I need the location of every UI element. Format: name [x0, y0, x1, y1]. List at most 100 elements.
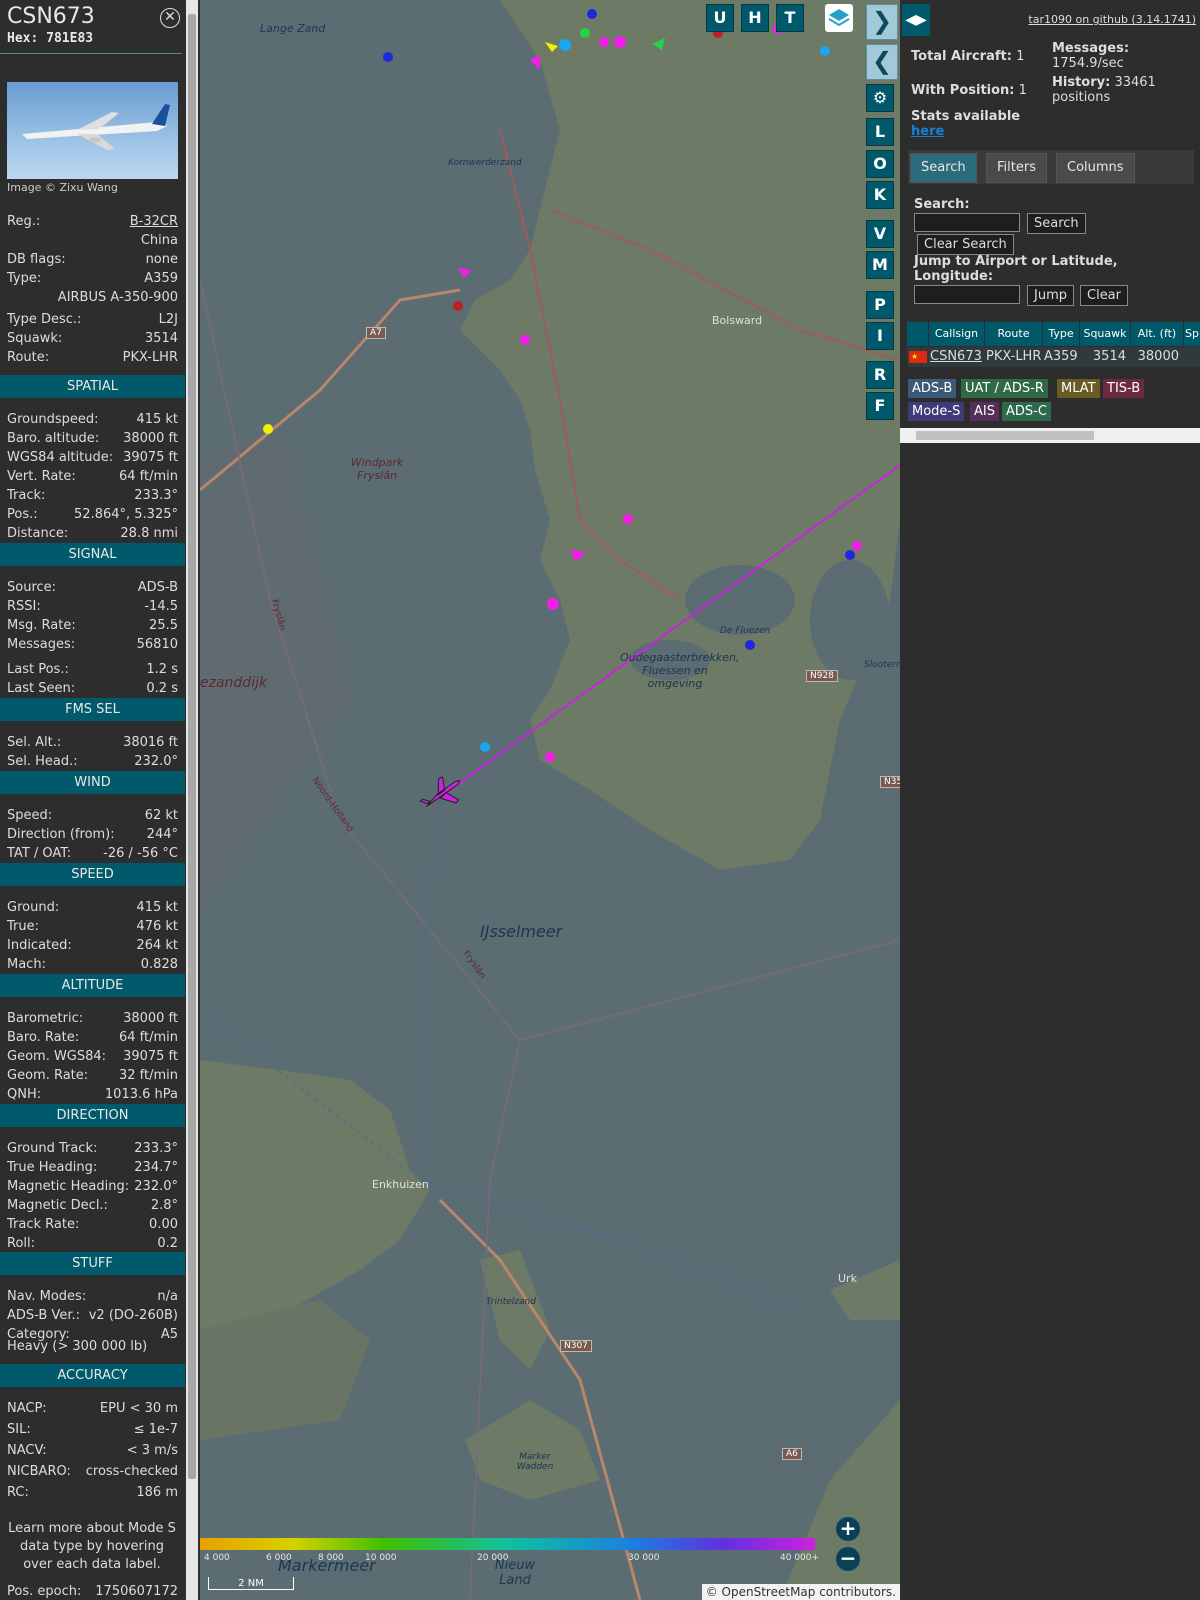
section-header-direction[interactable]: DIRECTION: [0, 1104, 185, 1127]
info-label[interactable]: Source:: [7, 580, 56, 595]
info-label[interactable]: Geom. WGS84:: [7, 1049, 106, 1064]
toggle-m-button[interactable]: M: [866, 251, 894, 279]
aircraft-marker[interactable]: [820, 46, 830, 56]
aircraft-marker[interactable]: [453, 301, 463, 311]
info-label[interactable]: Last Pos.:: [7, 662, 69, 677]
info-label[interactable]: Mach:: [7, 957, 46, 972]
clear-search-button[interactable]: Clear Search: [917, 234, 1014, 255]
info-label[interactable]: Speed:: [7, 808, 52, 823]
tag-adsb[interactable]: ADS-B: [908, 379, 957, 398]
tag-tisb[interactable]: TIS-B: [1103, 379, 1145, 398]
aircraft-marker[interactable]: [614, 36, 626, 48]
info-label[interactable]: True:: [7, 919, 39, 934]
section-header-fms[interactable]: FMS SEL: [0, 698, 185, 721]
scrollbar-thumb[interactable]: [916, 431, 1094, 440]
column-header-type[interactable]: Type: [1043, 322, 1080, 346]
aircraft-marker[interactable]: [745, 640, 755, 650]
registration-link[interactable]: B-32CR: [130, 214, 178, 229]
aircraft-marker[interactable]: [852, 541, 862, 551]
zoom-out-button[interactable]: −: [836, 1547, 860, 1571]
column-header-flag[interactable]: [907, 322, 929, 346]
expand-sidebar-button[interactable]: ❯: [866, 4, 898, 40]
tab-search[interactable]: Search: [910, 153, 977, 183]
info-label[interactable]: Pos.:: [7, 507, 38, 522]
info-label[interactable]: RC:: [7, 1485, 29, 1500]
info-label[interactable]: NICBARO:: [7, 1464, 71, 1479]
toggle-v-button[interactable]: V: [866, 220, 894, 248]
column-header-speed[interactable]: Sp: [1184, 322, 1200, 346]
sidebar-toggle-button[interactable]: ◀▶: [902, 4, 930, 36]
toggle-p-button[interactable]: P: [866, 291, 894, 319]
scrollbar-thumb[interactable]: [188, 14, 196, 1479]
zoom-in-button[interactable]: +: [836, 1517, 860, 1541]
info-label[interactable]: Nav. Modes:: [7, 1289, 86, 1304]
aircraft-marker[interactable]: [623, 514, 633, 524]
toggle-o-button[interactable]: O: [866, 150, 894, 178]
aircraft-photo[interactable]: [7, 82, 178, 179]
tab-filters[interactable]: Filters: [986, 153, 1047, 183]
toggle-k-button[interactable]: K: [866, 181, 894, 209]
tag-adsc[interactable]: ADS-C: [1002, 402, 1051, 421]
toggle-r-button[interactable]: R: [866, 361, 894, 389]
aircraft-marker[interactable]: [845, 550, 855, 560]
aircraft-marker[interactable]: [587, 9, 597, 19]
info-label[interactable]: QNH:: [7, 1087, 41, 1102]
info-label[interactable]: Magnetic Heading:: [7, 1179, 129, 1194]
aircraft-marker[interactable]: [480, 742, 490, 752]
info-label[interactable]: Ground:: [7, 900, 59, 915]
info-label[interactable]: Distance:: [7, 526, 68, 541]
section-header-signal[interactable]: SIGNAL: [0, 543, 185, 566]
toggle-i-button[interactable]: I: [866, 322, 894, 350]
info-label[interactable]: Roll:: [7, 1236, 35, 1251]
search-input[interactable]: [914, 213, 1020, 232]
info-label[interactable]: Messages:: [7, 637, 75, 652]
stats-link[interactable]: here: [911, 124, 944, 139]
column-header-squawk[interactable]: Squawk: [1080, 322, 1131, 346]
toggle-h-button[interactable]: H: [741, 4, 769, 32]
info-label[interactable]: Direction (from):: [7, 827, 115, 842]
section-header-altitude[interactable]: ALTITUDE: [0, 974, 185, 997]
info-label[interactable]: Sel. Alt.:: [7, 735, 61, 750]
aircraft-marker[interactable]: [559, 39, 571, 51]
info-label[interactable]: Sel. Head.:: [7, 754, 78, 769]
info-label[interactable]: Baro. altitude:: [7, 431, 99, 446]
layers-button[interactable]: [825, 4, 853, 32]
info-label[interactable]: Barometric:: [7, 1011, 83, 1026]
info-label[interactable]: NACV:: [7, 1443, 47, 1458]
info-label[interactable]: TAT / OAT:: [7, 846, 71, 861]
tag-uat-adsr[interactable]: UAT / ADS-R: [961, 379, 1048, 398]
row-callsign[interactable]: CSN673: [930, 347, 982, 367]
aircraft-marker[interactable]: [599, 37, 609, 47]
map-attribution[interactable]: © OpenStreetMap contributors.: [701, 1584, 900, 1600]
section-header-spatial[interactable]: SPATIAL: [0, 375, 185, 398]
tab-columns[interactable]: Columns: [1056, 153, 1135, 183]
section-header-accuracy[interactable]: ACCURACY: [0, 1364, 185, 1387]
aircraft-marker[interactable]: [545, 752, 555, 762]
info-label[interactable]: Vert. Rate:: [7, 469, 76, 484]
aircraft-marker[interactable]: [530, 55, 540, 70]
info-label[interactable]: RSSI:: [7, 599, 41, 614]
close-icon[interactable]: ✕: [160, 8, 180, 28]
aircraft-marker[interactable]: [383, 52, 393, 62]
left-panel-scrollbar[interactable]: [186, 0, 198, 1600]
info-label[interactable]: Last Seen:: [7, 681, 75, 696]
toggle-t-button[interactable]: T: [776, 4, 804, 32]
column-header-callsign[interactable]: Callsign: [929, 322, 985, 346]
info-label[interactable]: WGS84 altitude:: [7, 450, 113, 465]
section-header-wind[interactable]: WIND: [0, 771, 185, 794]
info-label[interactable]: SIL:: [7, 1422, 31, 1437]
toggle-f-button[interactable]: F: [866, 392, 894, 420]
info-label[interactable]: Msg. Rate:: [7, 618, 76, 633]
aircraft-marker[interactable]: [458, 268, 472, 278]
tag-mlat[interactable]: MLAT: [1057, 379, 1100, 398]
aircraft-marker[interactable]: [580, 28, 590, 38]
column-header-route[interactable]: Route: [985, 322, 1043, 346]
table-horizontal-scrollbar[interactable]: [900, 428, 1200, 443]
section-header-stuff[interactable]: STUFF: [0, 1252, 185, 1275]
info-label[interactable]: Indicated:: [7, 938, 72, 953]
info-label[interactable]: Groundspeed:: [7, 412, 98, 427]
jump-button[interactable]: Jump: [1027, 285, 1074, 306]
info-label[interactable]: Magnetic Decl.:: [7, 1198, 108, 1213]
info-label[interactable]: ADS-B Ver.:: [7, 1308, 80, 1323]
info-label[interactable]: True Heading:: [7, 1160, 97, 1175]
